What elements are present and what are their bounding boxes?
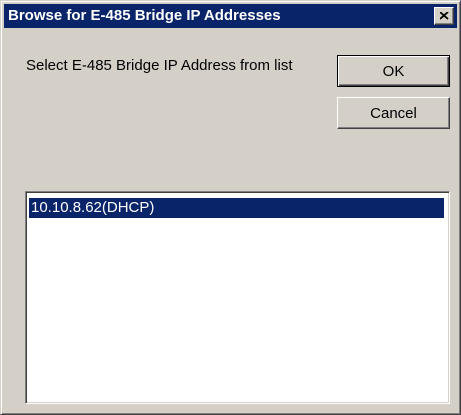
close-icon xyxy=(440,12,449,20)
title-bar[interactable]: Browse for E-485 Bridge IP Addresses xyxy=(4,4,457,28)
list-item[interactable]: 10.10.8.62(DHCP) xyxy=(29,198,444,218)
close-button[interactable] xyxy=(434,7,454,25)
ip-address-list[interactable]: 10.10.8.62(DHCP) xyxy=(25,191,450,404)
cancel-button[interactable]: Cancel xyxy=(337,97,450,129)
prompt-label: Select E-485 Bridge IP Address from list xyxy=(26,57,293,74)
browse-dialog: Browse for E-485 Bridge IP Addresses Sel… xyxy=(0,0,461,415)
ok-button[interactable]: OK xyxy=(337,55,450,87)
window-title: Browse for E-485 Bridge IP Addresses xyxy=(8,7,281,24)
